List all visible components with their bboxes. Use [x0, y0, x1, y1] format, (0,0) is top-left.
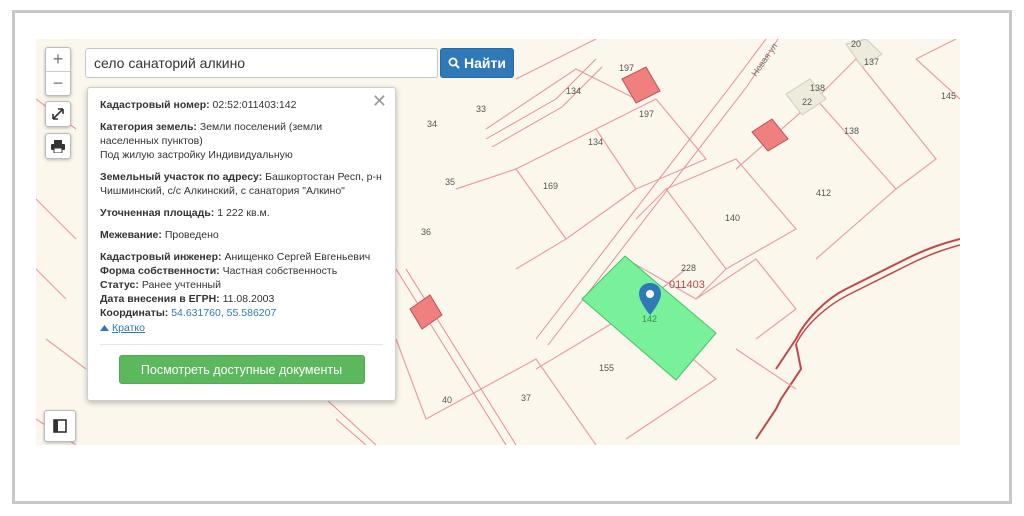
svg-text:134: 134 — [566, 86, 581, 96]
status-value: Ранее учтенный — [141, 279, 221, 291]
expand-icon — [52, 108, 64, 120]
svg-text:142: 142 — [642, 314, 657, 324]
close-icon[interactable]: ✕ — [372, 92, 387, 110]
zoom-out-button[interactable]: − — [46, 71, 70, 95]
view-documents-button[interactable]: Посмотреть доступные документы — [118, 355, 365, 384]
svg-text:197: 197 — [639, 109, 654, 119]
area-value: 1 222 кв.м. — [217, 207, 270, 219]
caret-up-icon — [100, 325, 109, 331]
ownership-value: Частная собственность — [222, 265, 338, 277]
coords-label: Координаты: — [100, 307, 169, 319]
svg-text:011403: 011403 — [669, 279, 705, 291]
svg-text:34: 34 — [427, 119, 437, 129]
svg-text:36: 36 — [421, 227, 431, 237]
svg-text:37: 37 — [521, 393, 531, 403]
cad-number-value: 02:52:011403:142 — [212, 99, 297, 111]
svg-text:169: 169 — [543, 181, 558, 191]
print-button[interactable] — [45, 133, 71, 159]
zoom-in-button[interactable]: + — [46, 48, 70, 71]
ownership-label: Форма собственности: — [100, 265, 220, 277]
category-row: Категория земель: Земли поселений (земли… — [100, 120, 383, 162]
svg-text:140: 140 — [725, 213, 740, 223]
engineer-value: Анищенко Сергей Евгеньевич — [224, 251, 371, 263]
coords-row: Координаты: 54.631760, 55.586207 — [100, 306, 383, 320]
engineer-label: Кадастровый инженер: — [100, 251, 222, 263]
svg-text:22: 22 — [802, 97, 812, 107]
svg-text:33: 33 — [476, 104, 486, 114]
egrn-date-label: Дата внесения в ЕГРН: — [100, 293, 220, 305]
svg-text:Новая ул: Новая ул — [749, 41, 779, 78]
svg-text:137: 137 — [864, 57, 879, 67]
layers-button[interactable] — [44, 410, 76, 442]
search-input[interactable] — [85, 48, 438, 78]
survey-value: Проведено — [164, 229, 219, 241]
fullscreen-button[interactable] — [45, 101, 71, 127]
address-row: Земельный участок по адресу: Башкортоста… — [100, 170, 383, 198]
svg-text:412: 412 — [816, 188, 831, 198]
status-row: Статус: Ранее учтенный — [100, 278, 383, 292]
survey-label: Межевание: — [100, 229, 162, 241]
ownership-row: Форма собственности: Частная собственнос… — [100, 264, 383, 278]
cad-number-label: Кадастровый номер: — [100, 99, 210, 111]
svg-text:228: 228 — [681, 263, 696, 273]
area-label: Уточненная площадь: — [100, 207, 215, 219]
svg-text:197: 197 — [619, 63, 634, 73]
status-label: Статус: — [100, 279, 139, 291]
brief-toggle[interactable]: Кратко — [100, 321, 383, 345]
svg-text:40: 40 — [442, 395, 452, 405]
svg-text:138: 138 — [844, 126, 859, 136]
layers-icon — [53, 419, 67, 433]
zoom-control: + − — [45, 47, 71, 96]
svg-text:138: 138 — [810, 83, 825, 93]
cad-number-row: Кадастровый номер: 02:52:011403:142 — [100, 98, 383, 112]
parcel-info-popup: ✕ Кадастровый номер: 02:52:011403:142 Ка… — [87, 87, 396, 401]
svg-text:35: 35 — [445, 177, 455, 187]
address-label: Земельный участок по адресу: — [100, 171, 263, 183]
egrn-date-row: Дата внесения в ЕГРН: 11.08.2003 — [100, 292, 383, 306]
survey-row: Межевание: Проведено — [100, 228, 383, 242]
svg-text:20: 20 — [851, 39, 861, 49]
engineer-row: Кадастровый инженер: Анищенко Сергей Евг… — [100, 250, 383, 264]
svg-text:145: 145 — [941, 91, 956, 101]
coords-link[interactable]: 54.631760, 55.586207 — [171, 307, 276, 319]
brief-label: Кратко — [112, 322, 145, 334]
find-button-label: Найти — [464, 55, 506, 71]
category-extra: Под жилую застройку Индивидуальную — [100, 149, 293, 161]
printer-icon — [51, 139, 65, 153]
egrn-date-value: 11.08.2003 — [222, 293, 275, 305]
svg-text:134: 134 — [588, 137, 603, 147]
search-icon — [448, 57, 460, 69]
area-row: Уточненная площадь: 1 222 кв.м. — [100, 206, 383, 220]
svg-text:155: 155 — [599, 363, 614, 373]
location-marker-icon[interactable] — [639, 283, 661, 315]
category-label: Категория земель: — [100, 121, 197, 133]
find-button[interactable]: Найти — [440, 48, 514, 78]
